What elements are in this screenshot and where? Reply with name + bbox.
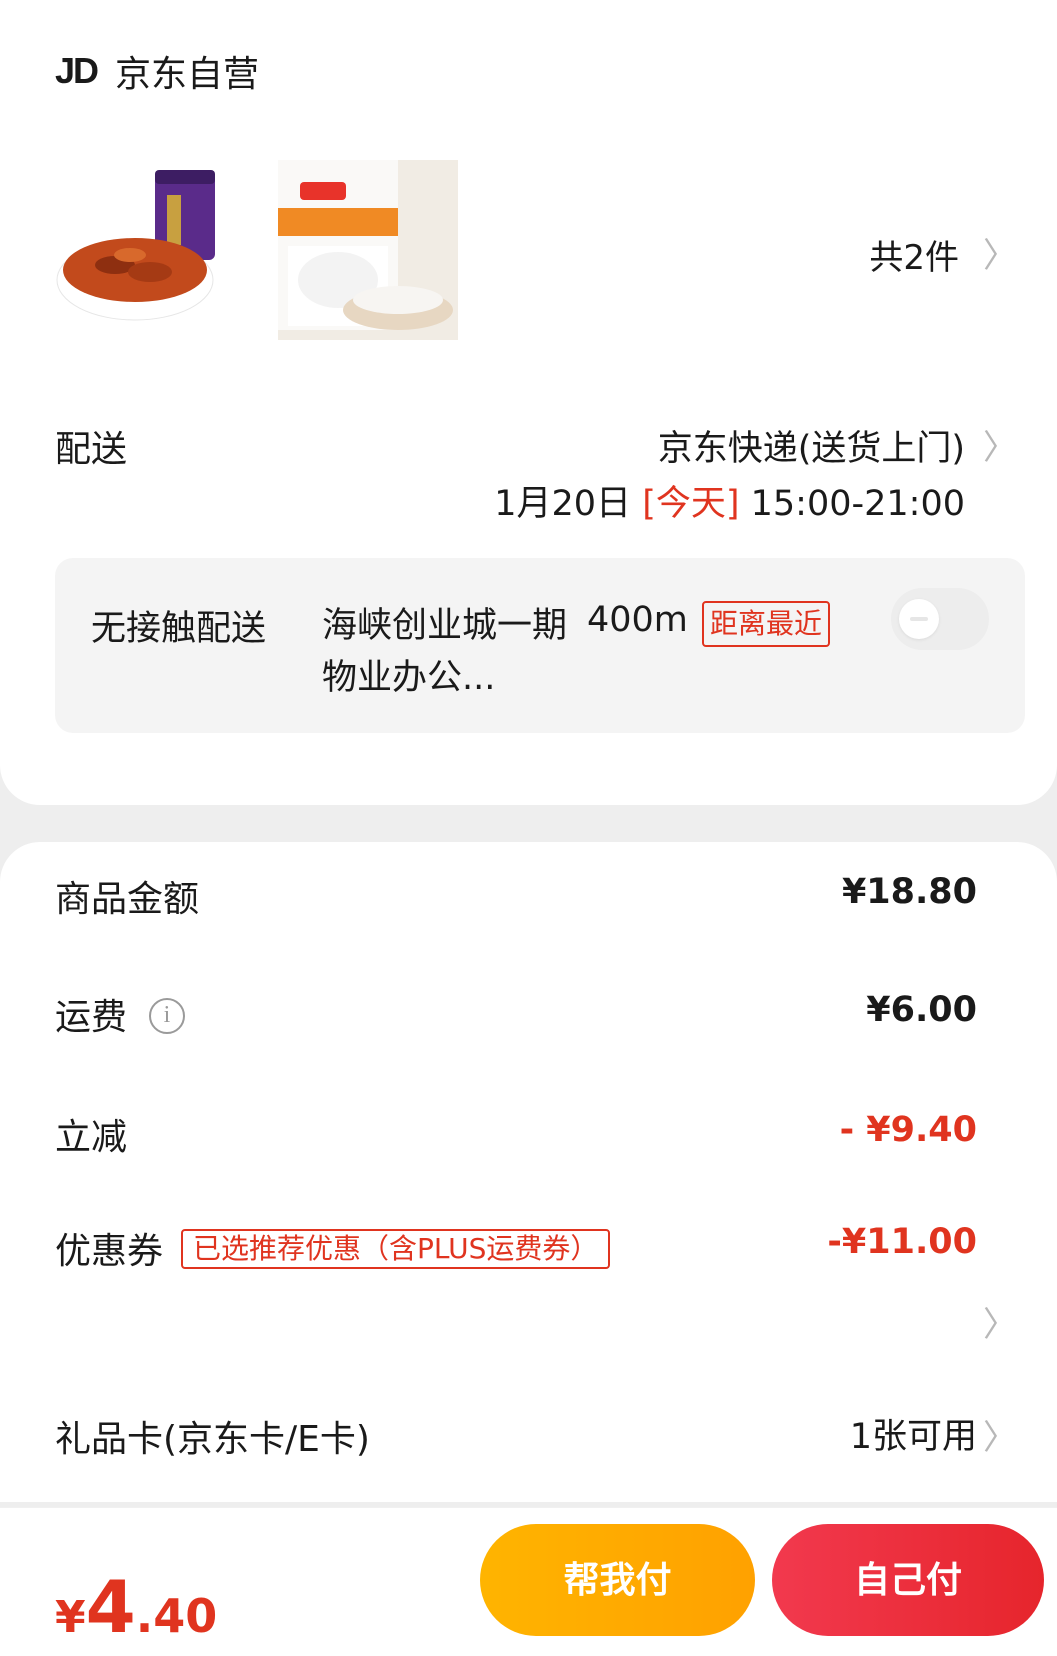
goods-amount-label: 商品金额 — [55, 879, 200, 920]
chevron-right-icon[interactable]: 〉 — [983, 1410, 1017, 1459]
info-icon[interactable]: i — [149, 998, 186, 1034]
self-pay-button[interactable]: 自己付 — [772, 1524, 1044, 1636]
chevron-right-icon[interactable]: 〉 — [983, 228, 1017, 277]
shipping-row: 运费 i — [55, 988, 186, 1040]
goods-amount-value: ¥18.80 — [841, 872, 977, 912]
discount-value: - ¥9.40 — [839, 1110, 977, 1150]
store-name: 京东自营 — [115, 54, 260, 95]
currency-symbol: ¥ — [55, 1592, 86, 1643]
giftcard-label: 礼品卡(京东卡/E卡) — [55, 1419, 370, 1460]
total-price: ¥4.40 — [55, 1565, 217, 1649]
toggle-knob — [899, 599, 939, 639]
delivery-date: 1月20日 — [494, 484, 632, 524]
delivery-label: 配送 — [55, 429, 128, 470]
delivery-time[interactable]: 1月20日 [今天] 15:00-21:00 — [494, 475, 965, 526]
total-integer: 4 — [85, 1565, 136, 1649]
delivery-method[interactable]: 京东快递(送货上门) — [658, 420, 965, 471]
delivery-window: 15:00-21:00 — [750, 484, 965, 524]
item-count[interactable]: 共2件 — [869, 230, 959, 279]
contactless-toggle[interactable] — [891, 588, 989, 650]
order-store-card: JD 京东自营 共2件 〉 配送 京东快递(送货上门) 〉 1月20日 [今天]… — [0, 0, 1057, 805]
giftcard-value[interactable]: 1张可用 — [850, 1408, 977, 1459]
coupon-label: 优惠券 — [55, 1231, 164, 1272]
contactless-label: 无接触配送 — [91, 609, 267, 649]
price-summary-card — [0, 842, 1057, 1502]
today-tag: [今天] — [642, 484, 740, 524]
nearest-badge: 距离最近 — [702, 601, 831, 647]
coupon-value[interactable]: -¥11.00 — [827, 1222, 977, 1262]
discount-label: 立减 — [55, 1117, 128, 1158]
coupon-row[interactable]: 优惠券 已选推荐优惠（含PLUS运费券） — [55, 1222, 611, 1274]
help-pay-button[interactable]: 帮我付 — [480, 1524, 755, 1636]
jd-logo: JD — [55, 50, 99, 91]
pickup-distance: 400m — [587, 600, 688, 640]
shipping-value: ¥6.00 — [866, 990, 977, 1030]
coupon-badge: 已选推荐优惠（含PLUS运费券） — [181, 1229, 611, 1269]
contactless-delivery-box: 无接触配送 海峡创业城一期物业办公... 400m 距离最近 — [55, 558, 1025, 733]
pickup-address: 海峡创业城一期物业办公... — [322, 606, 568, 698]
shipping-label: 运费 — [55, 997, 128, 1038]
product-thumbnail-beef-sauce[interactable] — [55, 160, 235, 340]
chevron-right-icon[interactable]: 〉 — [983, 420, 1017, 469]
total-decimal: .40 — [135, 1589, 218, 1643]
chevron-right-icon[interactable]: 〉 — [983, 1297, 1017, 1346]
product-thumbnail-baking-soda[interactable] — [278, 160, 458, 340]
store-header: JD 京东自营 — [55, 45, 259, 97]
